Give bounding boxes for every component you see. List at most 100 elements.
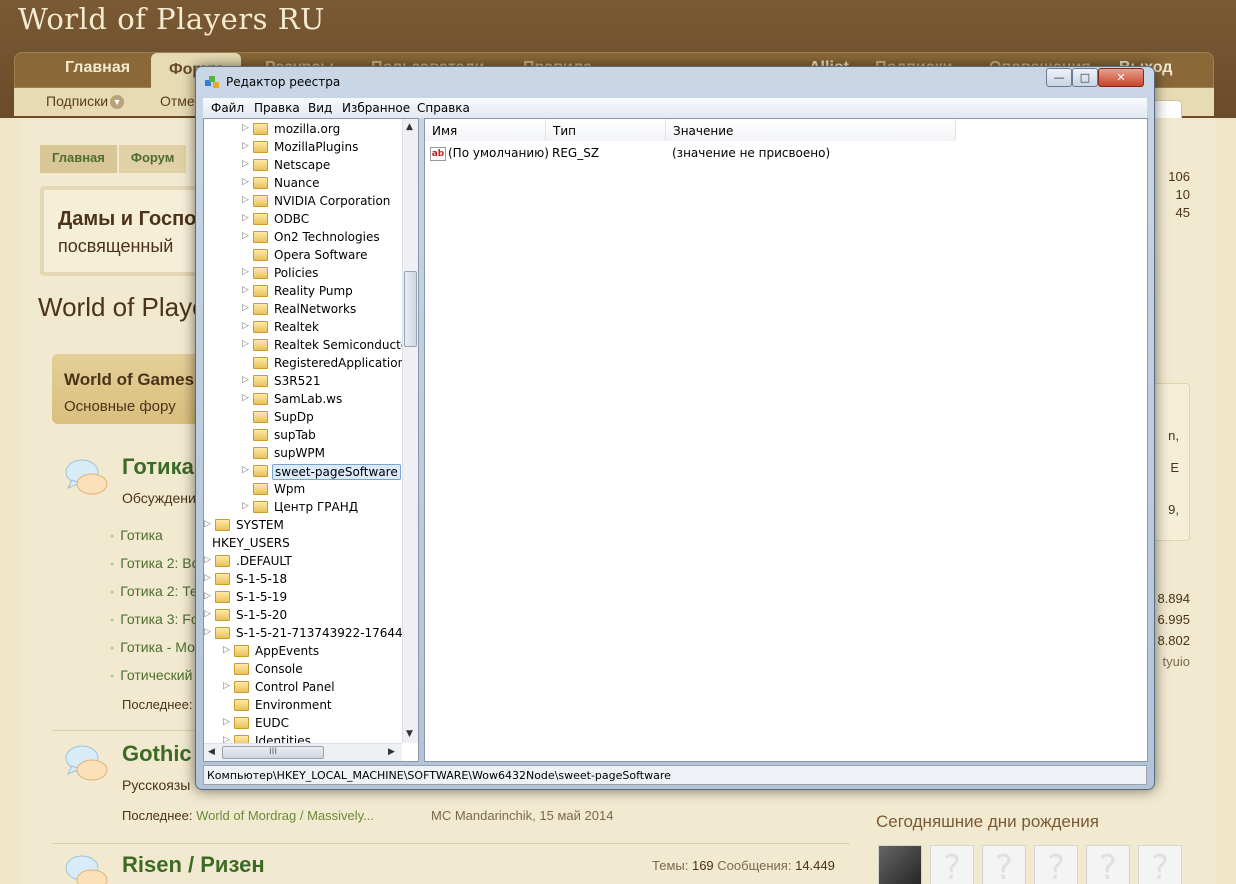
- expand-arrow-icon[interactable]: ▷: [242, 321, 249, 331]
- scroll-up-icon[interactable]: ▲: [406, 122, 413, 132]
- expand-arrow-icon[interactable]: ▷: [223, 681, 230, 691]
- chevron-down-icon[interactable]: ▼: [110, 95, 125, 110]
- subforum-link[interactable]: Готика: [110, 527, 163, 543]
- subforum-link[interactable]: Готика - Мо: [110, 639, 195, 655]
- menu-favorites[interactable]: Избранное: [342, 101, 410, 115]
- tree-node[interactable]: RegisteredApplications: [242, 355, 418, 373]
- subforum-link[interactable]: Готика 3: Fo: [110, 611, 198, 627]
- tree-node[interactable]: ▷ S-1-5-19: [204, 589, 418, 607]
- tree-scroll-thumb[interactable]: [404, 271, 417, 347]
- tree-node[interactable]: ▷ Netscape: [242, 157, 418, 175]
- tree-node[interactable]: ▷ S-1-5-21-713743922-176443149-: [204, 625, 418, 643]
- tree-node[interactable]: ▷ ODBC: [242, 211, 418, 229]
- column-header-data[interactable]: Значение: [666, 119, 956, 141]
- scroll-left-icon[interactable]: ◀: [208, 747, 215, 757]
- avatar-placeholder[interactable]: ?: [1086, 845, 1130, 884]
- tree-node[interactable]: ▷ SamLab.ws: [242, 391, 418, 409]
- column-header-name[interactable]: Имя: [425, 119, 546, 141]
- expand-arrow-icon[interactable]: ▷: [242, 465, 249, 475]
- tree-node[interactable]: ▷ RealNetworks: [242, 301, 418, 319]
- subnav-subscriptions[interactable]: Подписки ▼: [46, 93, 125, 110]
- tree-node[interactable]: ▷ Reality Pump: [242, 283, 418, 301]
- menu-file[interactable]: Файл: [211, 101, 244, 115]
- tree-node[interactable]: ▷ Realtek: [242, 319, 418, 337]
- tree-node[interactable]: ▷ NVIDIA Corporation: [242, 193, 418, 211]
- nav-tab-home[interactable]: Главная: [65, 59, 130, 77]
- tree-node[interactable]: ▷ Nuance: [242, 175, 418, 193]
- last-post-thread-link[interactable]: World of Mordrag / Massively...: [196, 808, 374, 823]
- avatar-placeholder[interactable]: ?: [982, 845, 1026, 884]
- tree-node[interactable]: Environment: [223, 697, 418, 715]
- expand-arrow-icon[interactable]: ▷: [223, 645, 230, 655]
- expand-arrow-icon[interactable]: ▷: [242, 303, 249, 313]
- tree-hscroll-thumb[interactable]: III: [222, 746, 324, 759]
- tree-node[interactable]: ▷ Центр ГРАНД: [242, 499, 418, 517]
- tree-node[interactable]: ▷ S-1-5-18: [204, 571, 418, 589]
- expand-arrow-icon[interactable]: ▷: [242, 393, 249, 403]
- expand-arrow-icon[interactable]: ▷: [242, 339, 249, 349]
- column-header-type[interactable]: Тип: [546, 119, 666, 141]
- expand-arrow-icon[interactable]: ▷: [242, 285, 249, 295]
- expand-arrow-icon[interactable]: ▷: [242, 159, 249, 169]
- tree-node[interactable]: ▷ sweet-pageSoftware: [242, 463, 418, 481]
- tree-node[interactable]: SupDp: [242, 409, 418, 427]
- expand-arrow-icon[interactable]: ▷: [242, 501, 249, 511]
- expand-arrow-icon[interactable]: ▷: [204, 519, 211, 529]
- value-name[interactable]: (По умолчанию): [448, 146, 549, 164]
- last-post-user-link[interactable]: MC Mandarinchik: [431, 808, 532, 823]
- tree-node[interactable]: ▷ S3R521: [242, 373, 418, 391]
- tree-node[interactable]: Console: [223, 661, 418, 679]
- expand-arrow-icon[interactable]: ▷: [204, 627, 211, 637]
- menu-edit[interactable]: Правка: [254, 101, 300, 115]
- expand-arrow-icon[interactable]: ▷: [204, 573, 211, 583]
- expand-arrow-icon[interactable]: ▷: [223, 717, 230, 727]
- expand-arrow-icon[interactable]: ▷: [242, 267, 249, 277]
- scroll-right-icon[interactable]: ▶: [388, 747, 395, 757]
- tree-node[interactable]: ▷ .DEFAULT: [204, 553, 418, 571]
- scroll-down-icon[interactable]: ▼: [406, 729, 413, 739]
- menu-view[interactable]: Вид: [308, 101, 332, 115]
- tree-node[interactable]: ▷ MozillaPlugins: [242, 139, 418, 157]
- tree-node[interactable]: ▷ Policies: [242, 265, 418, 283]
- breadcrumb-forum[interactable]: Форум: [118, 145, 187, 173]
- tree-node[interactable]: ▷ AppEvents: [223, 643, 418, 661]
- breadcrumb-home[interactable]: Главная: [40, 145, 117, 173]
- maximize-button[interactable]: □: [1072, 68, 1098, 87]
- forum-title-risen[interactable]: Risen / Ризен: [122, 852, 265, 878]
- tree-node[interactable]: Opera Software: [242, 247, 418, 265]
- tree-vertical-scrollbar[interactable]: ▲ ▼: [402, 119, 418, 743]
- expand-arrow-icon[interactable]: ▷: [242, 177, 249, 187]
- subforum-link[interactable]: Готика 2: Те: [110, 583, 198, 599]
- tree-node[interactable]: HKEY_USERS: [204, 535, 418, 553]
- avatar-placeholder[interactable]: ?: [1138, 845, 1182, 884]
- avatar-placeholder[interactable]: ?: [1034, 845, 1078, 884]
- tree-node[interactable]: supTab: [242, 427, 418, 445]
- tree-horizontal-scrollbar[interactable]: ◀ III ▶: [204, 743, 402, 761]
- expand-arrow-icon[interactable]: ▷: [242, 141, 249, 151]
- expand-arrow-icon[interactable]: ▷: [242, 231, 249, 241]
- avatar-placeholder[interactable]: ?: [930, 845, 974, 884]
- value-type[interactable]: REG_SZ: [552, 146, 599, 164]
- tree-node[interactable]: supWPM: [242, 445, 418, 463]
- menu-help[interactable]: Справка: [417, 101, 470, 115]
- tree-node[interactable]: ▷ On2 Technologies: [242, 229, 418, 247]
- tree-node[interactable]: ▷ SYSTEM: [204, 517, 418, 535]
- forum-title-gothic[interactable]: Готика /: [122, 454, 206, 480]
- close-button[interactable]: ✕: [1098, 68, 1144, 87]
- values-list[interactable]: Имя Тип Значение ab (По умолчанию) REG_S…: [424, 118, 1148, 762]
- tree-node[interactable]: ▷ Control Panel: [223, 679, 418, 697]
- subforum-link[interactable]: Готический: [110, 667, 192, 683]
- subnav-mark[interactable]: Отме: [160, 93, 195, 109]
- expand-arrow-icon[interactable]: ▷: [242, 375, 249, 385]
- expand-arrow-icon[interactable]: ▷: [204, 609, 211, 619]
- avatar[interactable]: [878, 845, 922, 884]
- tree-node[interactable]: ▷ Realtek Semiconductor C: [242, 337, 418, 355]
- tree-node[interactable]: ▷ S-1-5-20: [204, 607, 418, 625]
- expand-arrow-icon[interactable]: ▷: [204, 555, 211, 565]
- expand-arrow-icon[interactable]: ▷: [242, 213, 249, 223]
- tree-node[interactable]: ▷ mozilla.org: [242, 121, 418, 139]
- subforum-link[interactable]: Готика 2: Во: [110, 555, 199, 571]
- category-title[interactable]: World of Games: [64, 370, 194, 390]
- tree-node[interactable]: ▷ EUDC: [223, 715, 418, 733]
- expand-arrow-icon[interactable]: ▷: [242, 123, 249, 133]
